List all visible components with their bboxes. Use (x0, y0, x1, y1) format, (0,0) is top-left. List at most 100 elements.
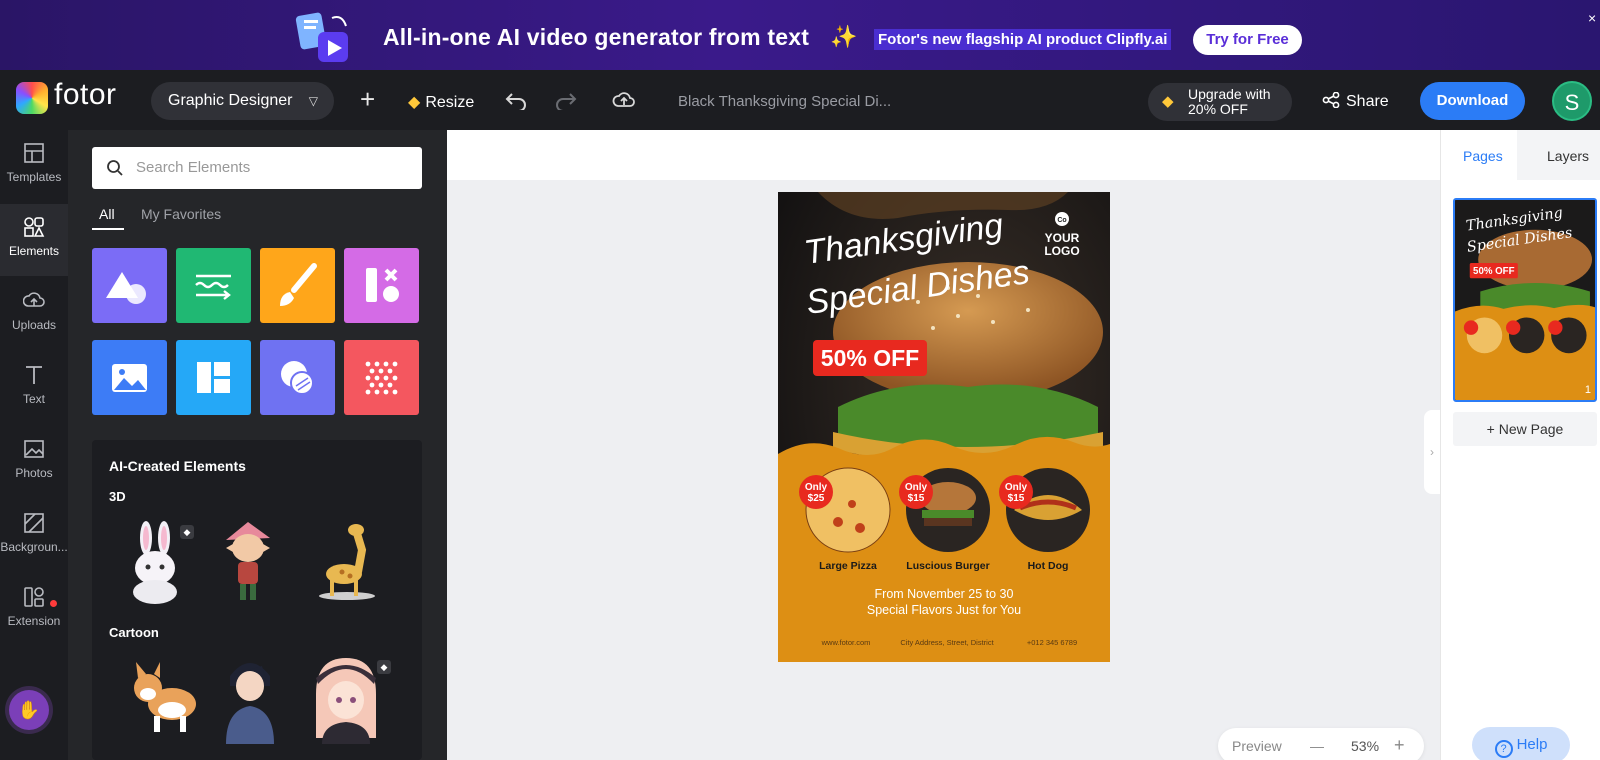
menu-item-label: Large Pizza (819, 560, 877, 572)
ai-created-title: AI-Created Elements (109, 458, 246, 474)
tile-patterns[interactable] (344, 340, 419, 415)
fotor-logo-text[interactable]: fotor (54, 78, 117, 112)
poster-footer-phone: +012 345 6789 (1027, 638, 1077, 647)
promo-banner[interactable]: All-in-one AI video generator from text … (0, 0, 1600, 70)
search-icon (107, 160, 123, 176)
zoom-in-button[interactable]: + (1394, 735, 1405, 756)
price-tag-value: $15 (908, 493, 925, 504)
poster-tagline: Special Flavors Just for You (867, 603, 1021, 617)
expand-pages-toggle[interactable]: › (1424, 410, 1440, 494)
left-rail: Templates Elements Uploads Text Photos B… (0, 130, 68, 760)
premium-gem-icon: ◆ (377, 660, 391, 674)
rail-item-backgrounds[interactable]: Backgroun... (0, 500, 68, 572)
upload-icon (23, 292, 45, 307)
cartoon-corgi-element[interactable] (126, 660, 206, 736)
help-icon: ? (1494, 740, 1513, 758)
rail-item-text[interactable]: Text (0, 352, 68, 424)
rail-label: Text (22, 392, 45, 406)
premium-gem-icon: ◆ (408, 94, 421, 111)
brush-icon (280, 263, 317, 306)
3d-giraffe-element[interactable] (312, 520, 382, 602)
lines-icon (195, 274, 231, 300)
add-icon[interactable]: + (360, 84, 375, 115)
active-tab-indicator (92, 228, 124, 230)
rail-item-extension[interactable]: Extension (0, 574, 68, 646)
poster-design[interactable]: Thanksgiving Special Dishes Co YOUR LOGO… (778, 192, 1110, 662)
resize-label: Resize (425, 94, 475, 111)
banner-headline: All-in-one AI video generator from text (383, 24, 810, 50)
rail-item-uploads[interactable]: Uploads (0, 278, 68, 350)
sparkle-icon: ✨ (830, 24, 858, 49)
tab-layers[interactable]: Layers (1547, 148, 1589, 164)
cartoon-girl-element[interactable] (306, 654, 386, 744)
help-label: Help (1516, 736, 1548, 753)
upgrade-line1: Upgrade with (1188, 86, 1271, 102)
rail-item-photos[interactable]: Photos (0, 426, 68, 498)
poster-footer-web: www.fotor.com (821, 638, 871, 647)
download-button[interactable]: Download (1420, 82, 1525, 120)
elements-icon (24, 217, 45, 237)
cartoon-boy-element[interactable] (220, 652, 280, 744)
page-number: 1 (1584, 384, 1591, 396)
share-icon (1322, 91, 1340, 109)
share-label: Share (1346, 93, 1389, 110)
poster-logo-line2: LOGO (1044, 244, 1079, 258)
photos-icon (24, 440, 44, 458)
price-tag-top: Only (1005, 482, 1028, 493)
pattern-dots-icon (365, 361, 398, 395)
new-page-button[interactable]: + New Page (1453, 412, 1597, 446)
cloud-save-icon[interactable] (612, 90, 636, 110)
tab-all[interactable]: All (99, 206, 115, 222)
tile-lines[interactable] (176, 248, 251, 323)
rail-label: Uploads (11, 318, 57, 332)
clipfly-promo-icon (295, 12, 348, 62)
ai-section-3d: 3D (109, 489, 126, 504)
redo-icon[interactable] (555, 90, 577, 110)
role-dropdown[interactable]: Graphic Designer ▽ (151, 82, 334, 120)
zoom-out-button[interactable]: — (1310, 738, 1324, 754)
background-icon (24, 513, 44, 533)
shapes-icon (106, 272, 146, 304)
poster-discount-badge: 50% OFF (821, 345, 919, 371)
page-thumbnail[interactable]: Thanksgiving Special Dishes 50% OFF 1 (1453, 198, 1597, 402)
try-for-free-button[interactable]: Try for Free (1193, 25, 1302, 55)
price-tag-value: $25 (808, 493, 825, 504)
hand-tool-icon[interactable]: ✋ (9, 690, 49, 730)
grid-frames-icon (197, 362, 230, 393)
sticker-icon (281, 361, 314, 395)
tile-shapes[interactable] (92, 248, 167, 323)
rail-label: Extension (7, 614, 61, 628)
upgrade-button[interactable]: ◆ Upgrade with 20% OFF (1148, 83, 1292, 121)
tab-pages[interactable]: Pages (1463, 148, 1503, 164)
tile-photos[interactable] (92, 340, 167, 415)
poster-date-line: From November 25 to 30 (875, 587, 1014, 601)
tab-my-favorites[interactable]: My Favorites (141, 206, 221, 222)
zoom-level[interactable]: 53% (1351, 738, 1379, 754)
upgrade-line2: 20% OFF (1188, 101, 1248, 117)
tile-illustrations[interactable] (260, 248, 335, 323)
canvas-top-strip (447, 130, 1440, 180)
search-elements-input[interactable]: Search Elements (92, 147, 422, 189)
undo-icon[interactable] (505, 90, 527, 110)
page-thumbnail-art: Thanksgiving Special Dishes 50% OFF (1455, 200, 1595, 400)
user-avatar[interactable]: S (1552, 81, 1592, 121)
price-tag-top: Only (805, 482, 828, 493)
tile-stickers[interactable] (260, 340, 335, 415)
fotor-logo-icon[interactable] (16, 82, 48, 114)
close-banner-icon[interactable]: × (1588, 10, 1596, 26)
menu-item-label: Hot Dog (1028, 560, 1069, 572)
share-button[interactable]: Share (1322, 91, 1389, 111)
rail-item-elements[interactable]: Elements (0, 204, 68, 276)
preview-button[interactable]: Preview (1232, 738, 1282, 754)
tile-icons[interactable] (344, 248, 419, 323)
3d-elf-element[interactable] (218, 518, 278, 606)
help-button[interactable]: ? Help (1472, 727, 1570, 760)
resize-button[interactable]: ◆ Resize (408, 92, 474, 112)
rail-label: Photos (15, 466, 53, 480)
image-icon (112, 364, 147, 392)
price-tag-top: Only (905, 482, 928, 493)
rail-item-templates[interactable]: Templates (0, 130, 68, 202)
document-name[interactable]: Black Thanksgiving Special Di... (678, 93, 891, 110)
tile-frames[interactable] (176, 340, 251, 415)
ai-section-cartoon: Cartoon (109, 625, 159, 640)
